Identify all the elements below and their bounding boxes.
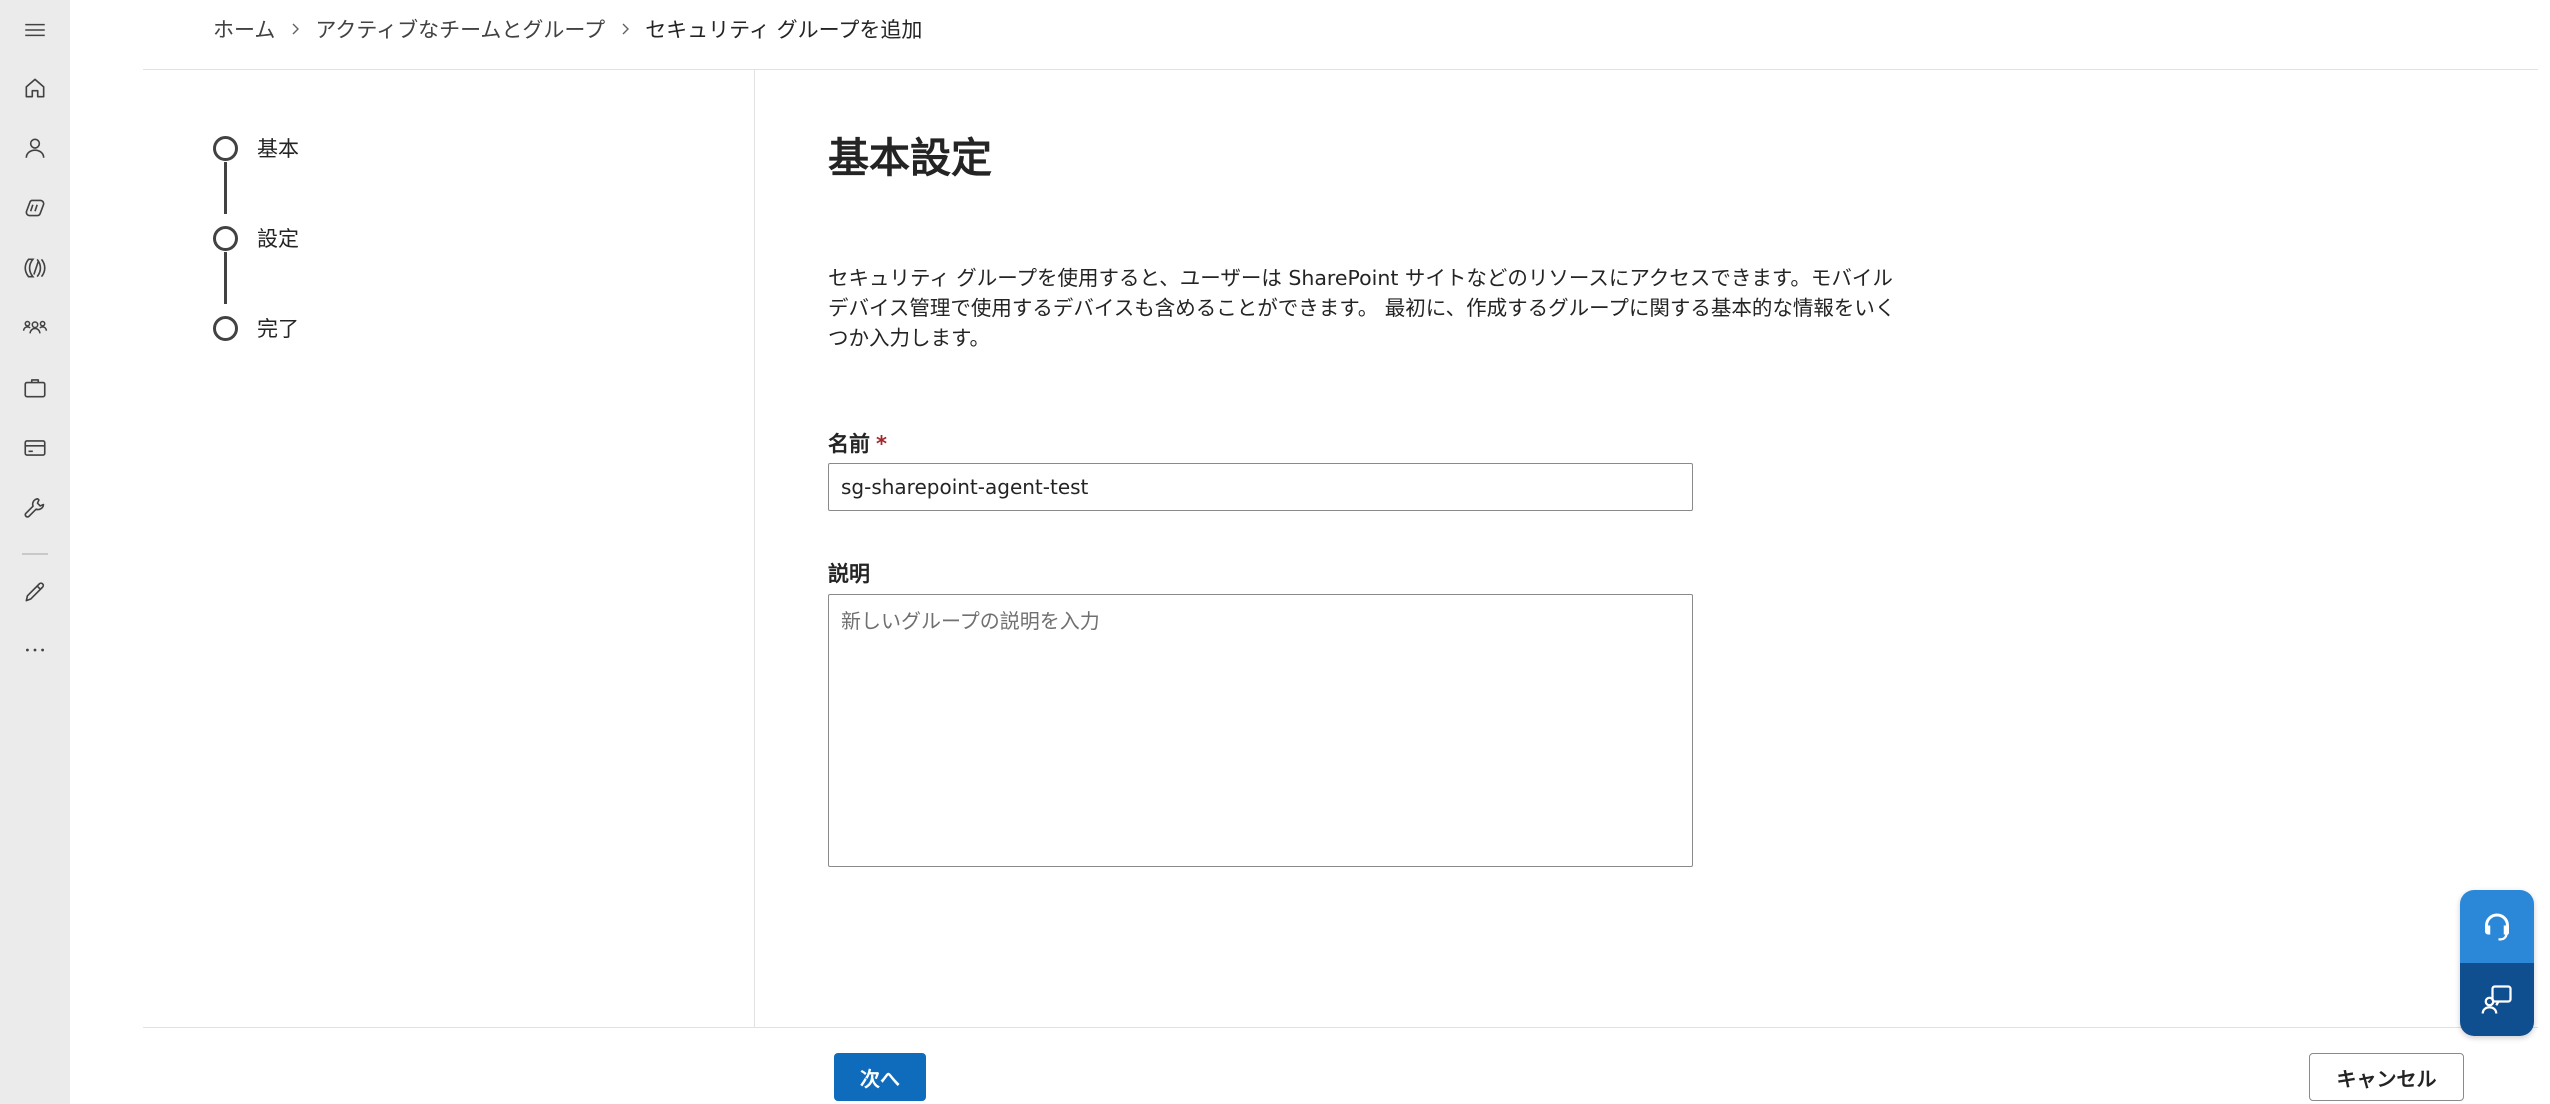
wrench-icon[interactable] (0, 478, 70, 538)
breadcrumb-separator-icon (605, 17, 645, 41)
description-label: 説明 (828, 562, 870, 586)
required-marker: * (876, 432, 887, 456)
step-circle-icon (213, 315, 238, 341)
step-circle-icon (213, 225, 238, 251)
step-circle-icon (213, 135, 238, 161)
feedback-chat-icon[interactable] (2460, 963, 2534, 1036)
admin-icon[interactable] (0, 238, 70, 298)
description-textarea[interactable] (828, 594, 1693, 867)
next-button[interactable]: 次へ (834, 1053, 926, 1101)
name-input[interactable] (828, 463, 1693, 511)
pencil-icon[interactable] (0, 562, 70, 622)
more-icon[interactable] (0, 620, 70, 680)
name-label-text: 名前 (828, 432, 870, 456)
breadcrumb-separator-icon (275, 17, 315, 41)
step-finish[interactable]: 完了 (213, 313, 299, 343)
copilot-icon[interactable] (0, 178, 70, 238)
breadcrumb: ホーム アクティブなチームとグループ セキュリティ グループを追加 (213, 12, 922, 46)
breadcrumb-teams-groups[interactable]: アクティブなチームとグループ (315, 14, 605, 44)
footer-divider (143, 1027, 2538, 1028)
intro-text: セキュリティ グループを使用すると、ユーザーは SharePoint サイトなど… (828, 266, 1896, 350)
user-icon[interactable] (0, 118, 70, 178)
teams-icon[interactable] (0, 298, 70, 358)
step-label: 完了 (257, 317, 299, 341)
menu-icon[interactable] (0, 0, 70, 60)
home-icon[interactable] (0, 58, 70, 118)
stepper-divider (754, 70, 755, 1028)
step-label: 基本 (257, 137, 299, 161)
cancel-button[interactable]: キャンセル (2309, 1053, 2464, 1101)
step-label: 設定 (257, 227, 299, 251)
header-divider (143, 69, 2538, 70)
name-label: 名前 * (828, 428, 887, 458)
headset-support-icon[interactable] (2460, 890, 2534, 963)
page-title: 基本設定 (828, 134, 992, 182)
step-connector (224, 162, 227, 214)
step-settings[interactable]: 設定 (213, 223, 299, 253)
breadcrumb-home[interactable]: ホーム (213, 14, 275, 44)
left-nav-rail (0, 0, 70, 1104)
rail-separator (22, 553, 48, 555)
help-widget (2460, 890, 2534, 1036)
step-basics[interactable]: 基本 (213, 133, 299, 163)
step-connector (224, 252, 227, 304)
briefcase-icon[interactable] (0, 358, 70, 418)
billing-card-icon[interactable] (0, 418, 70, 478)
breadcrumb-current: セキュリティ グループを追加 (645, 18, 923, 42)
